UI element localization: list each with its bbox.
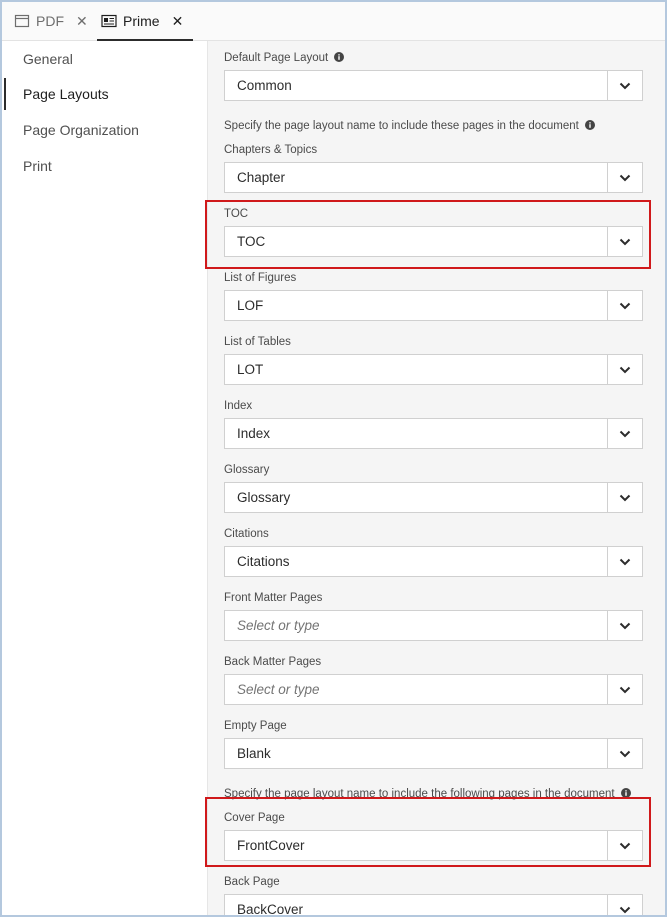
dropdown-value: LOF — [237, 298, 264, 313]
tab-pdf[interactable]: PDF ✕ — [14, 2, 88, 40]
tab-bar: PDF ✕ Prime ✕ — [2, 2, 665, 41]
tab-label: PDF — [36, 13, 64, 29]
chevron-down-icon[interactable] — [607, 163, 642, 192]
front-matter-label: Front Matter Pages — [224, 592, 323, 604]
index-label: Index — [224, 400, 253, 412]
list-of-figures-dropdown[interactable]: LOF — [224, 290, 643, 321]
dropdown-value: FrontCover — [237, 838, 305, 853]
default-layout-dropdown[interactable]: Common — [224, 70, 643, 101]
dropdown-placeholder[interactable]: Select or type — [225, 618, 607, 633]
chevron-down-icon[interactable] — [607, 831, 642, 860]
sidebar: General Page Layouts Page Organization P… — [2, 41, 208, 915]
chapters-topics-dropdown[interactable]: Chapter — [224, 162, 643, 193]
dropdown-value: LOT — [237, 362, 264, 377]
glossary-label: Glossary — [224, 464, 270, 476]
index-dropdown[interactable]: Index — [224, 418, 643, 449]
specify-layout-description: Specify the page layout name to include … — [224, 120, 595, 132]
specify-following-pages-description: Specify the page layout name to include … — [224, 788, 631, 800]
toc-label: TOC — [224, 208, 249, 220]
dropdown-value: Citations — [237, 554, 290, 569]
list-of-tables-label: List of Tables — [224, 336, 291, 348]
dropdown-value: Chapter — [237, 170, 286, 185]
sidebar-item-page-layouts[interactable]: Page Layouts — [2, 76, 207, 112]
sidebar-item-general[interactable]: General — [2, 41, 207, 77]
dropdown-value: Blank — [237, 746, 271, 761]
dropdown-value: Common — [237, 78, 292, 93]
close-icon[interactable]: ✕ — [172, 14, 184, 28]
back-matter-label: Back Matter Pages — [224, 656, 322, 668]
chevron-down-icon[interactable] — [607, 611, 642, 640]
cover-page-label: Cover Page — [224, 812, 285, 824]
back-page-label: Back Page — [224, 876, 280, 888]
chevron-down-icon[interactable] — [607, 419, 642, 448]
citations-dropdown[interactable]: Citations — [224, 546, 643, 577]
chevron-down-icon[interactable] — [607, 483, 642, 512]
list-of-figures-label: List of Figures — [224, 272, 297, 284]
chevron-down-icon[interactable] — [607, 675, 642, 704]
front-matter-dropdown[interactable]: Select or type — [224, 610, 643, 641]
chevron-down-icon[interactable] — [607, 227, 642, 256]
back-page-dropdown[interactable]: BackCover — [224, 894, 643, 917]
back-matter-dropdown[interactable]: Select or type — [224, 674, 643, 705]
chevron-down-icon[interactable] — [607, 739, 642, 768]
info-icon[interactable] — [334, 52, 345, 62]
sidebar-item-page-organization[interactable]: Page Organization — [2, 112, 207, 148]
chevron-down-icon[interactable] — [607, 291, 642, 320]
empty-page-label: Empty Page — [224, 720, 287, 732]
dropdown-placeholder[interactable]: Select or type — [225, 682, 607, 697]
close-icon[interactable]: ✕ — [76, 14, 88, 28]
dropdown-value: TOC — [237, 234, 266, 249]
list-of-tables-dropdown[interactable]: LOT — [224, 354, 643, 385]
empty-page-dropdown[interactable]: Blank — [224, 738, 643, 769]
default-layout-label: Default Page Layout — [224, 52, 345, 64]
glossary-dropdown[interactable]: Glossary — [224, 482, 643, 513]
tab-label: Prime — [123, 13, 160, 29]
app-window: PDF ✕ Prime ✕ General Page Layouts Page … — [0, 0, 667, 917]
cover-page-dropdown[interactable]: FrontCover — [224, 830, 643, 861]
info-icon[interactable] — [620, 788, 631, 798]
chevron-down-icon[interactable] — [607, 547, 642, 576]
tab-prime[interactable]: Prime ✕ — [96, 2, 194, 41]
chevron-down-icon[interactable] — [607, 895, 642, 915]
dropdown-value: Glossary — [237, 490, 291, 505]
info-icon[interactable] — [584, 120, 595, 130]
dropdown-value: Index — [237, 426, 271, 441]
chevron-down-icon[interactable] — [607, 71, 642, 100]
chapters-topics-label: Chapters & Topics — [224, 144, 318, 156]
chevron-down-icon[interactable] — [607, 355, 642, 384]
sidebar-item-print[interactable]: Print — [2, 148, 207, 184]
document-icon — [101, 14, 117, 28]
page-layouts-panel: Default Page Layout Common Specify the p… — [205, 41, 665, 917]
window-icon — [14, 14, 30, 28]
toc-dropdown[interactable]: TOC — [224, 226, 643, 257]
dropdown-value: BackCover — [237, 902, 304, 917]
citations-label: Citations — [224, 528, 269, 540]
